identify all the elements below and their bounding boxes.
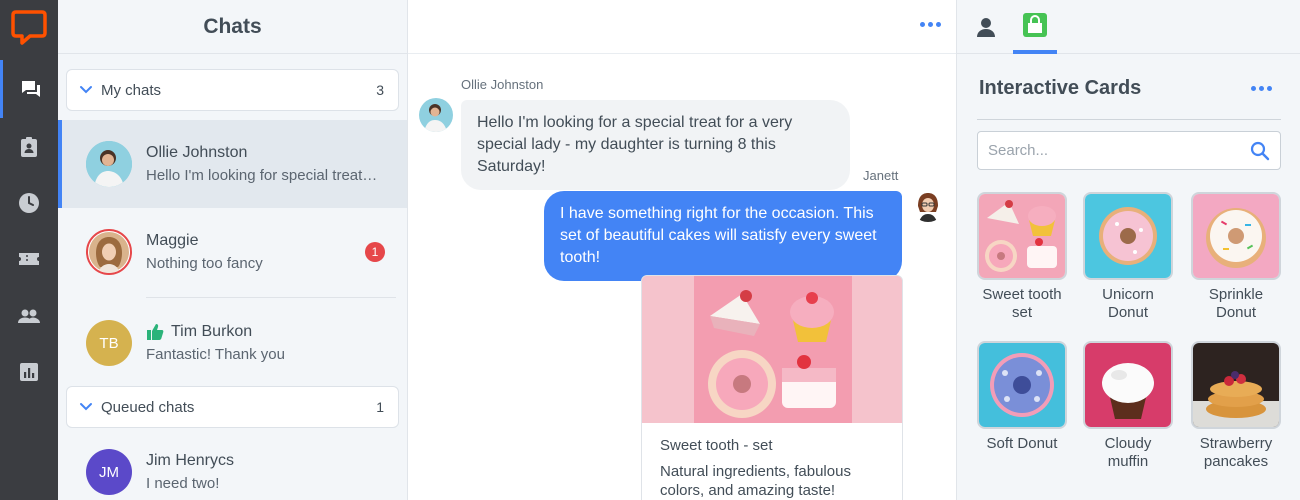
card-tile-label: Unicorn Donut	[1102, 286, 1154, 321]
interactive-cards-panel: Interactive Cards Sweet tooth set Unicor…	[956, 0, 1300, 500]
conversation-panel: Ollie Johnston Hello I'm looking for a s…	[408, 0, 956, 500]
chat-item-jim-henrycs[interactable]: JM Jim Henrycs I need two!	[58, 428, 407, 500]
card-tile-cloudy-muffin[interactable]: Cloudy muffin	[1083, 341, 1173, 471]
avatar	[86, 229, 132, 275]
chevron-down-icon	[80, 86, 92, 94]
search-box	[977, 131, 1281, 170]
tickets-coupon-icon[interactable]	[0, 230, 58, 288]
more-options-icon[interactable]	[920, 22, 941, 27]
product-card-description: Natural ingredients, fabulous colors, an…	[660, 463, 851, 499]
chat-item-maggie[interactable]: Maggie Nothing too fancy 1	[58, 208, 407, 296]
chat-name: Tim Burkon	[171, 323, 253, 340]
card-tile-unicorn-donut[interactable]: Unicorn Donut	[1083, 192, 1173, 322]
card-tile-image	[1191, 192, 1281, 280]
tickets-icon[interactable]	[0, 118, 58, 176]
message-sender: Ollie Johnston	[461, 77, 544, 92]
avatar	[419, 98, 453, 132]
card-tile-label: Soft Donut	[986, 435, 1058, 452]
card-tile-sweet-tooth-set[interactable]: Sweet tooth set	[977, 192, 1067, 322]
card-tile-soft-donut[interactable]: Soft Donut	[977, 341, 1067, 453]
more-options-icon[interactable]	[1251, 86, 1272, 91]
chat-name: Jim Henrycs	[146, 452, 235, 469]
avatar-initials: JM	[99, 463, 119, 481]
search-icon[interactable]	[1250, 141, 1270, 161]
message-sender: Janett	[863, 168, 899, 183]
chat-name: Maggie	[146, 232, 199, 249]
message-bubble-outgoing: I have something right for the occasion.…	[544, 191, 902, 281]
chat-item-ollie-johnston[interactable]: Ollie Johnston Hello I'm looking for spe…	[58, 120, 407, 208]
card-tile-image	[977, 192, 1067, 280]
chevron-down-icon	[80, 403, 92, 411]
chats-title: Chats	[203, 14, 262, 38]
avatar	[911, 188, 945, 222]
card-tile-image	[977, 341, 1067, 429]
card-tile-label: Sweet tooth set	[982, 286, 1062, 321]
person-icon	[977, 18, 995, 37]
reports-icon[interactable]	[0, 343, 58, 401]
panel-tabs	[957, 0, 1300, 54]
card-tile-image	[1083, 341, 1173, 429]
chat-item-tim-burkon[interactable]: TB Tim Burkon Fantastic! Thank you	[58, 299, 407, 387]
card-tile-label: Strawberry pancakes	[1199, 435, 1273, 470]
unread-badge: 1	[365, 242, 385, 262]
avatar: TB	[86, 320, 132, 366]
tab-interactive-cards[interactable]	[1013, 0, 1057, 54]
product-card-image	[642, 276, 902, 423]
panel-title: Interactive Cards	[979, 77, 1142, 99]
divider	[146, 297, 396, 298]
chats-header: Chats	[58, 0, 407, 54]
chat-name-row: Tim Burkon	[146, 323, 382, 341]
queued-chats-count: 1	[376, 399, 384, 415]
search-input[interactable]	[988, 142, 1250, 159]
chats-icon[interactable]	[0, 60, 58, 118]
card-tile-image	[1083, 192, 1173, 280]
queued-chats-label: Queued chats	[101, 398, 195, 416]
my-chats-label: My chats	[101, 81, 162, 99]
chat-last-message: Nothing too fancy	[146, 255, 263, 272]
card-tile-label: Sprinkle Donut	[1208, 286, 1264, 321]
livechat-logo-icon[interactable]	[10, 8, 48, 46]
shopping-bag-icon	[1023, 13, 1047, 37]
card-tile-label: Cloudy muffin	[1104, 435, 1152, 470]
agents-icon[interactable]	[0, 287, 58, 345]
conversation-header	[408, 0, 956, 54]
message-bubble-incoming: Hello I'm looking for a special treat fo…	[461, 100, 850, 190]
divider	[977, 119, 1281, 120]
avatar	[86, 141, 132, 187]
chat-last-message: I need two!	[146, 475, 220, 492]
product-card-title: Sweet tooth - set	[660, 437, 773, 454]
avatar: JM	[86, 449, 132, 495]
card-tile-image	[1191, 341, 1281, 429]
archives-icon[interactable]	[0, 174, 58, 232]
thumbs-up-icon	[147, 324, 164, 340]
tab-customer-details[interactable]	[964, 0, 1008, 54]
avatar-initials: TB	[99, 334, 119, 352]
my-chats-group-header[interactable]: My chats 3	[66, 69, 399, 111]
chats-list-panel: Chats My chats 3 Ollie Johnston Hello I'…	[58, 0, 408, 500]
card-tile-sprinkle-donut[interactable]: Sprinkle Donut	[1191, 192, 1281, 322]
card-tile-strawberry-pancakes[interactable]: Strawberry pancakes	[1191, 341, 1281, 471]
chat-last-message: Hello I'm looking for special treats for…	[146, 167, 382, 184]
chat-name: Ollie Johnston	[146, 144, 248, 161]
chat-last-message: Fantastic! Thank you	[146, 346, 285, 363]
left-nav-rail	[0, 0, 58, 500]
my-chats-count: 3	[376, 82, 384, 98]
product-card[interactable]: Sweet tooth - set Natural ingredients, f…	[641, 275, 903, 500]
queued-chats-group-header[interactable]: Queued chats 1	[66, 386, 399, 428]
